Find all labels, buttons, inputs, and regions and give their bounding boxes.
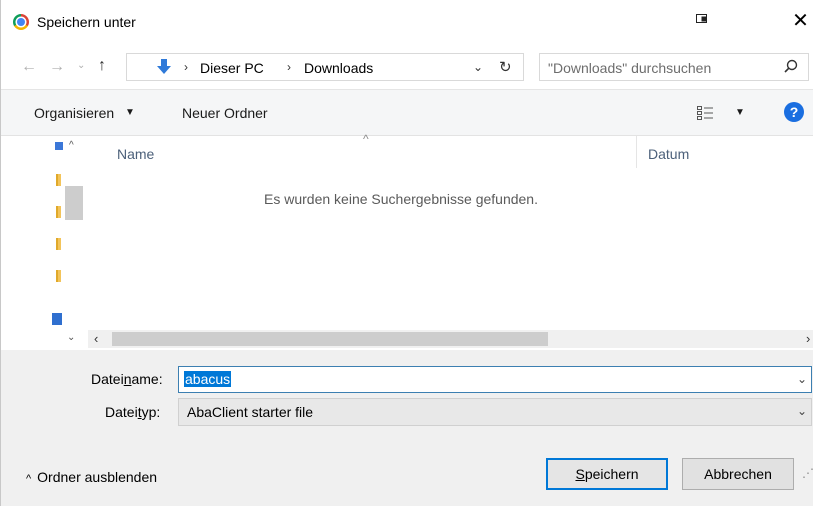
filetype-select[interactable]: AbaClient starter file ⌄ xyxy=(178,398,812,426)
hide-folders-toggle[interactable]: ^ Ordner ausblenden xyxy=(26,469,157,485)
organize-menu-button[interactable]: Organisieren xyxy=(34,105,114,121)
save-button-label: peichern xyxy=(584,466,639,482)
refresh-icon[interactable]: ↻ xyxy=(499,58,512,76)
search-input[interactable]: "Downloads" durchsuchen xyxy=(539,53,809,81)
empty-results-message: Es wurden keine Suchergebnisse gefunden. xyxy=(264,191,538,207)
chevron-up-icon: ^ xyxy=(26,473,32,485)
forward-arrow-icon[interactable]: → xyxy=(49,58,65,76)
save-as-dialog: Speichern unter ✕ ← → ⌄ ↑ › Dieser PC › … xyxy=(0,0,813,506)
recent-locations-chevron-icon[interactable]: ⌄ xyxy=(77,60,85,71)
back-arrow-icon[interactable]: ← xyxy=(21,58,37,76)
file-browser: ^ ⌄ ^ Name Datum Es wurden keine Sucherg… xyxy=(1,132,813,350)
filetype-label-text: Datei xyxy=(105,404,138,420)
downloads-folder-icon xyxy=(157,59,171,75)
folder-icon[interactable] xyxy=(56,270,61,282)
folder-icon[interactable] xyxy=(56,238,61,250)
address-bar[interactable]: › Dieser PC › Downloads ⌄ ↻ xyxy=(126,53,524,81)
horizontal-scrollbar[interactable]: ‹ › xyxy=(88,330,813,348)
column-divider[interactable] xyxy=(636,136,637,168)
title-bar: Speichern unter ✕ xyxy=(1,0,813,44)
view-dropdown-icon[interactable]: ▼ xyxy=(735,107,745,118)
search-placeholder: "Downloads" durchsuchen xyxy=(548,60,712,76)
folder-icon[interactable] xyxy=(56,206,61,218)
filetype-label-text-end: yp: xyxy=(141,404,161,420)
window-title: Speichern unter xyxy=(37,14,136,30)
hide-folders-label: Ordner ausblenden xyxy=(37,469,158,485)
breadcrumb-downloads[interactable]: Downloads xyxy=(304,60,373,76)
cancel-button[interactable]: Abbrechen xyxy=(682,458,794,490)
scroll-up-icon[interactable]: ^ xyxy=(69,140,74,151)
folder-icon[interactable] xyxy=(56,174,61,186)
filename-label-text: Datei xyxy=(91,371,124,387)
navigation-pane[interactable]: ^ ⌄ xyxy=(1,136,88,350)
file-list-pane[interactable]: ^ Name Datum Es wurden keine Suchergebni… xyxy=(88,132,813,350)
filename-input[interactable]: abacus ⌄ xyxy=(178,366,812,393)
sort-ascending-icon: ^ xyxy=(363,132,369,146)
search-icon[interactable] xyxy=(784,59,798,73)
save-button-accesskey: S xyxy=(575,466,585,482)
column-header-name[interactable]: Name xyxy=(117,146,154,162)
breadcrumb-this-pc[interactable]: Dieser PC xyxy=(200,60,264,76)
filename-label: Dateiname: xyxy=(91,371,163,387)
help-icon[interactable]: ? xyxy=(784,102,804,122)
computer-icon[interactable] xyxy=(55,142,63,150)
up-arrow-icon[interactable]: ↑ xyxy=(98,57,106,75)
new-folder-button[interactable]: Neuer Ordner xyxy=(182,105,268,121)
network-icon[interactable] xyxy=(52,313,62,325)
view-options-icon[interactable] xyxy=(697,106,713,120)
command-bar: Organisieren ▼ Neuer Ordner ▼ ? xyxy=(1,90,813,136)
filetype-label: Dateityp: xyxy=(105,404,160,420)
horizontal-scrollbar-thumb[interactable] xyxy=(112,332,548,346)
breadcrumb-separator-icon[interactable]: › xyxy=(287,60,291,74)
address-dropdown-chevron-icon[interactable]: ⌄ xyxy=(473,60,483,74)
close-icon[interactable]: ✕ xyxy=(787,9,813,35)
scroll-down-icon[interactable]: ⌄ xyxy=(67,332,75,343)
resize-grip-icon[interactable]: ⋰ xyxy=(802,466,813,480)
column-header-date[interactable]: Datum xyxy=(648,146,689,162)
navigation-scrollbar-thumb[interactable] xyxy=(65,186,83,220)
navigation-bar: ← → ⌄ ↑ › Dieser PC › Downloads ⌄ ↻ "Dow… xyxy=(1,44,813,90)
chrome-icon xyxy=(13,14,29,30)
filetype-value: AbaClient starter file xyxy=(187,404,314,420)
filename-dropdown-chevron-icon[interactable]: ⌄ xyxy=(797,372,807,386)
filename-value[interactable]: abacus xyxy=(184,371,232,387)
scroll-left-icon[interactable]: ‹ xyxy=(94,331,98,346)
save-button[interactable]: Speichern xyxy=(546,458,668,490)
filetype-dropdown-chevron-icon[interactable]: ⌄ xyxy=(797,404,807,418)
organize-dropdown-icon[interactable]: ▼ xyxy=(125,107,135,118)
scroll-right-icon[interactable]: › xyxy=(806,331,810,346)
breadcrumb-separator-icon: › xyxy=(184,60,188,74)
restore-window-icon[interactable] xyxy=(689,12,717,32)
filename-label-text-end: ame: xyxy=(131,371,163,387)
